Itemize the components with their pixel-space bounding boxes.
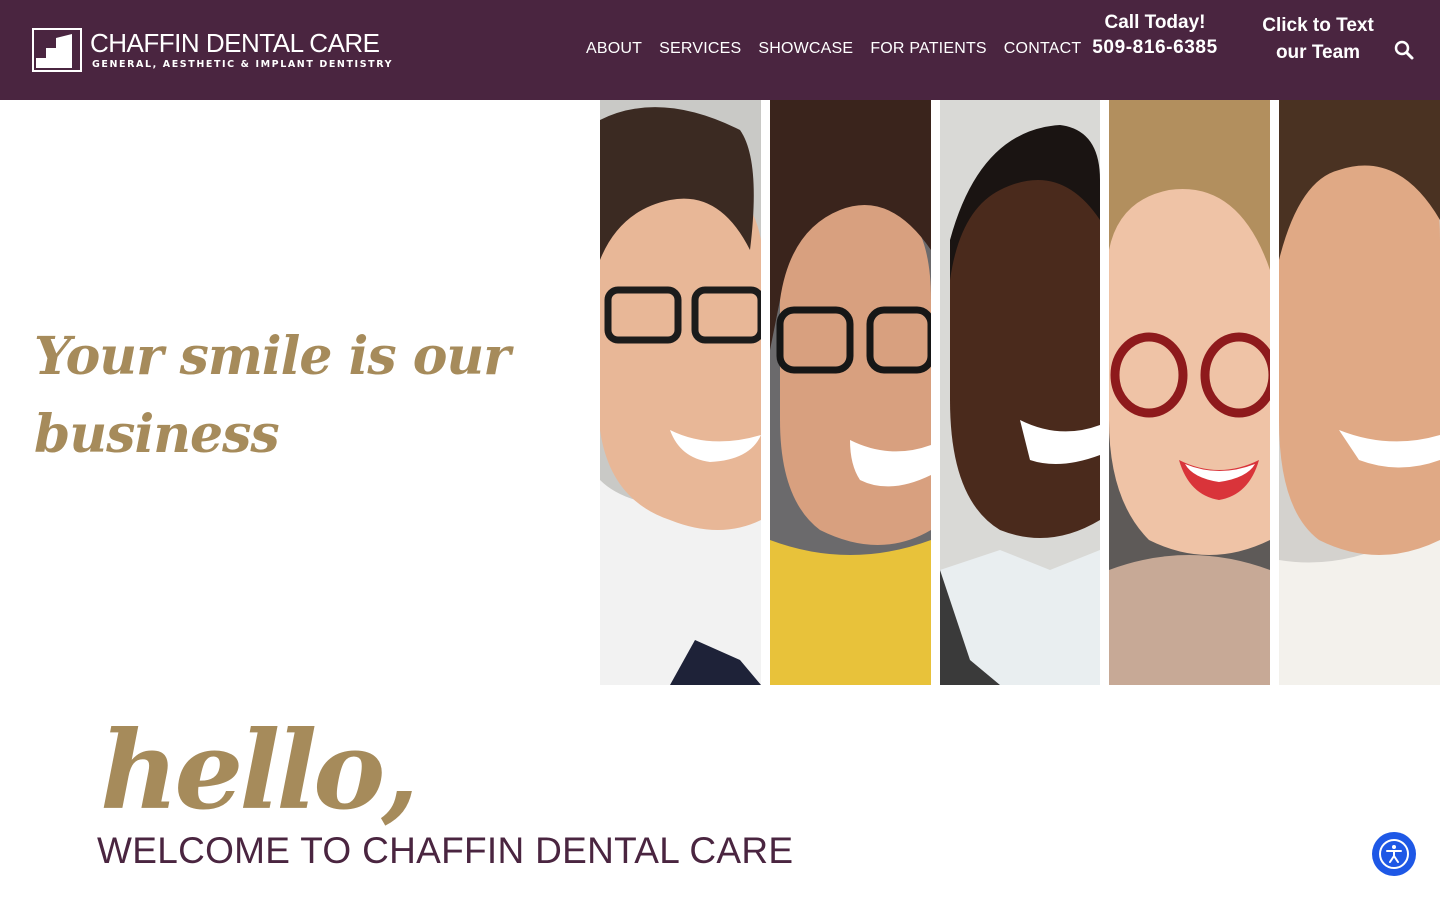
nav-contact[interactable]: CONTACT — [1004, 40, 1082, 58]
call-today-label: Call Today! — [1104, 12, 1206, 33]
portrait-strip-4 — [1109, 100, 1270, 685]
call-today-block[interactable]: Call Today! 509-816-6385 — [1078, 12, 1232, 59]
text-team-line2: our Team — [1275, 42, 1361, 63]
portrait-strip-5 — [1279, 100, 1440, 685]
accessibility-button[interactable] — [1372, 832, 1416, 876]
phone-number-link[interactable]: 509-816-6385 — [1078, 37, 1232, 59]
portrait-strip-2 — [770, 100, 931, 685]
portrait-strip-3 — [940, 100, 1100, 685]
site-logo[interactable]: CHAFFIN DENTAL CARE GENERAL, AESTHETIC &… — [32, 26, 392, 76]
logo-title: CHAFFIN DENTAL CARE — [90, 28, 380, 58]
site-header: CHAFFIN DENTAL CARE GENERAL, AESTHETIC &… — [0, 0, 1440, 100]
hero-tagline: Your smile is our business — [34, 326, 511, 465]
main-nav: ABOUT SERVICES SHOWCASE FOR PATIENTS CON… — [586, 40, 1081, 58]
text-team-button[interactable]: Click to Text our Team — [1248, 12, 1388, 66]
search-icon[interactable] — [1393, 39, 1415, 61]
nav-showcase[interactable]: SHOWCASE — [758, 40, 853, 58]
accessibility-icon — [1379, 839, 1409, 869]
portrait-strip-1 — [600, 100, 761, 685]
intro-welcome-heading: WELCOME TO CHAFFIN DENTAL CARE — [97, 830, 794, 871]
nav-for-patients[interactable]: FOR PATIENTS — [870, 40, 986, 58]
nav-about[interactable]: ABOUT — [586, 40, 642, 58]
text-team-line1: Click to Text — [1262, 15, 1374, 36]
logo-mark-icon — [32, 28, 82, 72]
hero-portrait-strips — [600, 100, 1440, 685]
intro-greeting: hello, — [100, 708, 419, 834]
nav-services[interactable]: SERVICES — [659, 40, 741, 58]
logo-tagline: GENERAL, AESTHETIC & IMPLANT DENTISTRY — [92, 59, 394, 70]
